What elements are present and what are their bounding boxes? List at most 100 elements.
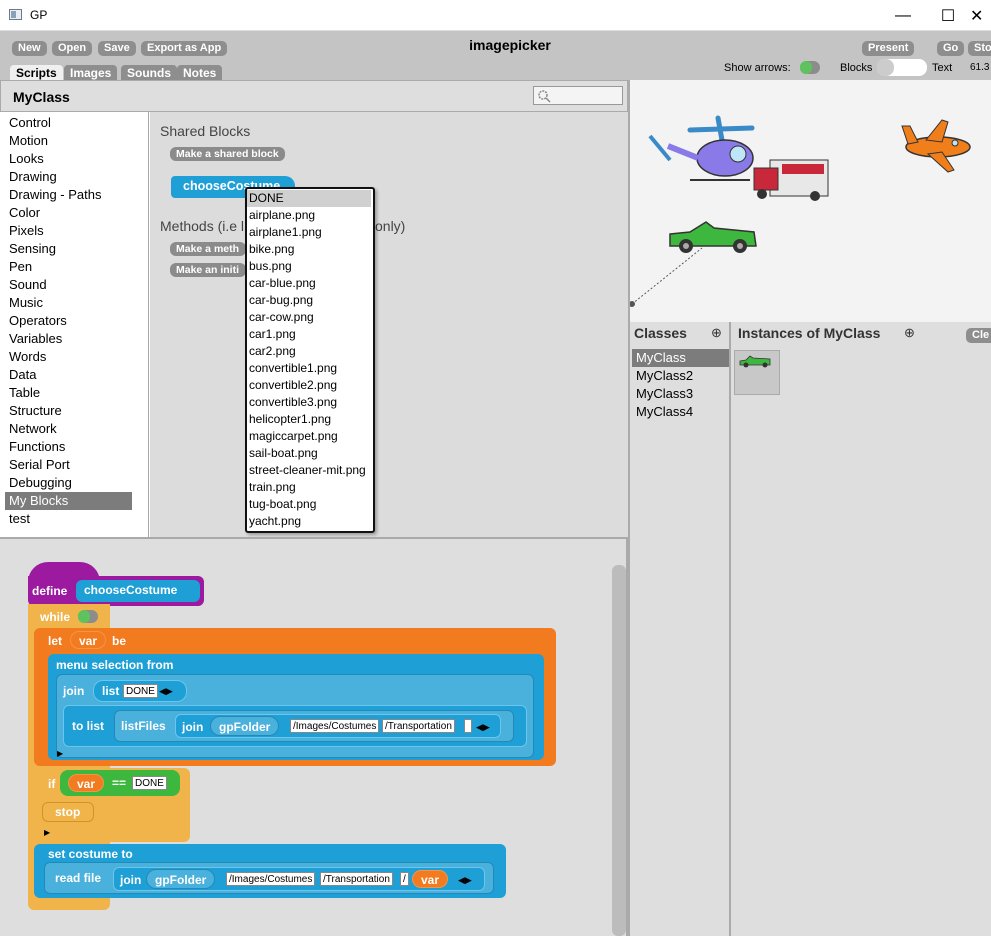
join-block[interactable]: join list DONE ◀▶ to list listFiles join…: [56, 674, 534, 758]
make-initializer-button[interactable]: Make an initi: [170, 263, 246, 277]
category-item[interactable]: Drawing: [5, 168, 132, 186]
go-button[interactable]: Go: [937, 41, 965, 56]
class-item[interactable]: MyClass4: [632, 403, 729, 421]
menu-item[interactable]: yacht.png: [247, 513, 371, 530]
menu-item[interactable]: car2.png: [247, 343, 371, 360]
category-item[interactable]: Sound: [5, 276, 132, 294]
define-block[interactable]: define chooseCostume: [28, 576, 204, 606]
path-transportation[interactable]: /Transportation: [320, 872, 393, 886]
path-images-costumes[interactable]: /Images/Costumes: [226, 872, 316, 886]
class-item[interactable]: MyClass: [632, 349, 729, 367]
path-slash[interactable]: /: [400, 872, 409, 886]
airplane-sprite[interactable]: [901, 119, 971, 173]
stop-button[interactable]: Sto: [968, 41, 991, 56]
expand-arrows-icon[interactable]: ◀▶: [159, 686, 173, 696]
menu-item[interactable]: car1.png: [247, 326, 371, 343]
let-block[interactable]: let var be menu selection from join list…: [34, 628, 556, 766]
category-item[interactable]: Control: [5, 114, 132, 132]
make-shared-block-button[interactable]: Make a shared block: [170, 147, 285, 161]
category-item[interactable]: Table: [5, 384, 132, 402]
category-item[interactable]: Motion: [5, 132, 132, 150]
menu-item[interactable]: airplane1.png: [247, 224, 371, 241]
tab-notes[interactable]: Notes: [177, 65, 223, 81]
menu-item[interactable]: magiccarpet.png: [247, 428, 371, 445]
new-button[interactable]: New: [12, 41, 47, 56]
path-transportation[interactable]: /Transportation: [382, 719, 455, 733]
expand-arrow-icon[interactable]: ▶: [57, 749, 63, 759]
menu-item[interactable]: convertible3.png: [247, 394, 371, 411]
make-method-button[interactable]: Make a meth: [170, 242, 246, 256]
menu-item[interactable]: airplane.png: [247, 207, 371, 224]
read-file-block[interactable]: read file join gpFolder /Images/Costumes…: [44, 862, 494, 894]
category-item[interactable]: Debugging: [5, 474, 132, 492]
category-item[interactable]: Words: [5, 348, 132, 366]
scripts-scrollbar[interactable]: [612, 565, 626, 936]
let-var[interactable]: var: [70, 631, 107, 649]
category-item[interactable]: Operators: [5, 312, 132, 330]
category-item[interactable]: Functions: [5, 438, 132, 456]
present-button[interactable]: Present: [862, 41, 915, 56]
stage[interactable]: [628, 80, 991, 322]
category-item[interactable]: My Blocks: [5, 492, 132, 510]
path-images-costumes[interactable]: /Images/Costumes: [290, 719, 380, 733]
maximize-icon[interactable]: ☐: [925, 0, 971, 31]
listfiles-block[interactable]: listFiles join gpFolder /Images/Costumes…: [114, 710, 514, 742]
menu-item[interactable]: sail-boat.png: [247, 445, 371, 462]
set-costume-block[interactable]: set costume to read file join gpFolder /…: [34, 844, 506, 898]
menu-item[interactable]: car-bug.png: [247, 292, 371, 309]
class-item[interactable]: MyClass2: [632, 367, 729, 385]
category-item[interactable]: Music: [5, 294, 132, 312]
menu-item[interactable]: car-blue.png: [247, 275, 371, 292]
path-empty-slot[interactable]: [464, 719, 472, 733]
save-button[interactable]: Save: [98, 41, 136, 56]
expand-arrow-icon[interactable]: ▶: [44, 828, 50, 838]
costume-var[interactable]: var: [412, 870, 449, 888]
clear-instances-button[interactable]: Cle: [966, 328, 991, 343]
open-button[interactable]: Open: [52, 41, 93, 56]
menu-item[interactable]: convertible1.png: [247, 360, 371, 377]
menu-item[interactable]: bus.png: [247, 258, 371, 275]
show-arrows-toggle[interactable]: [800, 61, 820, 74]
list-item-done[interactable]: DONE: [123, 684, 158, 698]
category-item[interactable]: Structure: [5, 402, 132, 420]
compare-done[interactable]: DONE: [132, 776, 167, 790]
category-item[interactable]: Looks: [5, 150, 132, 168]
helicopter-sprite[interactable]: [648, 115, 755, 181]
join-path-block[interactable]: join gpFolder /Images/Costumes /Transpor…: [113, 867, 485, 891]
instance-thumbnail[interactable]: [734, 350, 780, 395]
expand-arrows-icon[interactable]: ◀▶: [476, 722, 490, 732]
category-item[interactable]: Pen: [5, 258, 132, 276]
export-app-button[interactable]: Export as App: [141, 41, 228, 56]
menu-item[interactable]: car-cow.png: [247, 309, 371, 326]
add-instance-icon[interactable]: ⊕: [904, 325, 915, 341]
category-item[interactable]: Variables: [5, 330, 132, 348]
tab-sounds[interactable]: Sounds: [121, 65, 177, 81]
menu-item[interactable]: DONE: [247, 190, 371, 207]
menu-item[interactable]: convertible2.png: [247, 377, 371, 394]
if-block[interactable]: if var == DONE stop ▶: [34, 768, 190, 842]
search-input[interactable]: [533, 86, 623, 105]
menu-item[interactable]: street-cleaner-mit.png: [247, 462, 371, 479]
menu-item[interactable]: train.png: [247, 479, 371, 496]
to-list-block[interactable]: to list listFiles join gpFolder /Images/…: [63, 705, 527, 747]
category-item[interactable]: Color: [5, 204, 132, 222]
category-item[interactable]: test: [5, 510, 132, 528]
green-car-sprite[interactable]: [669, 221, 757, 253]
class-item[interactable]: MyClass3: [632, 385, 729, 403]
menu-item[interactable]: tug-boat.png: [247, 496, 371, 513]
category-item[interactable]: Drawing - Paths: [5, 186, 132, 204]
add-class-icon[interactable]: ⊕: [711, 325, 722, 341]
category-item[interactable]: Pixels: [5, 222, 132, 240]
close-icon[interactable]: ✕: [970, 0, 991, 31]
category-item[interactable]: Network: [5, 420, 132, 438]
category-item[interactable]: Data: [5, 366, 132, 384]
while-condition-toggle[interactable]: [78, 610, 98, 623]
stop-block[interactable]: stop: [42, 802, 94, 822]
minimize-icon[interactable]: —: [880, 0, 926, 31]
define-block-name[interactable]: chooseCostume: [76, 580, 200, 602]
tab-images[interactable]: Images: [64, 65, 118, 81]
menu-selection-block[interactable]: menu selection from join list DONE ◀▶ to…: [48, 654, 544, 760]
blocks-text-toggle[interactable]: [877, 59, 927, 76]
category-item[interactable]: Sensing: [5, 240, 132, 258]
gpfolder-reporter[interactable]: gpFolder: [210, 716, 280, 736]
